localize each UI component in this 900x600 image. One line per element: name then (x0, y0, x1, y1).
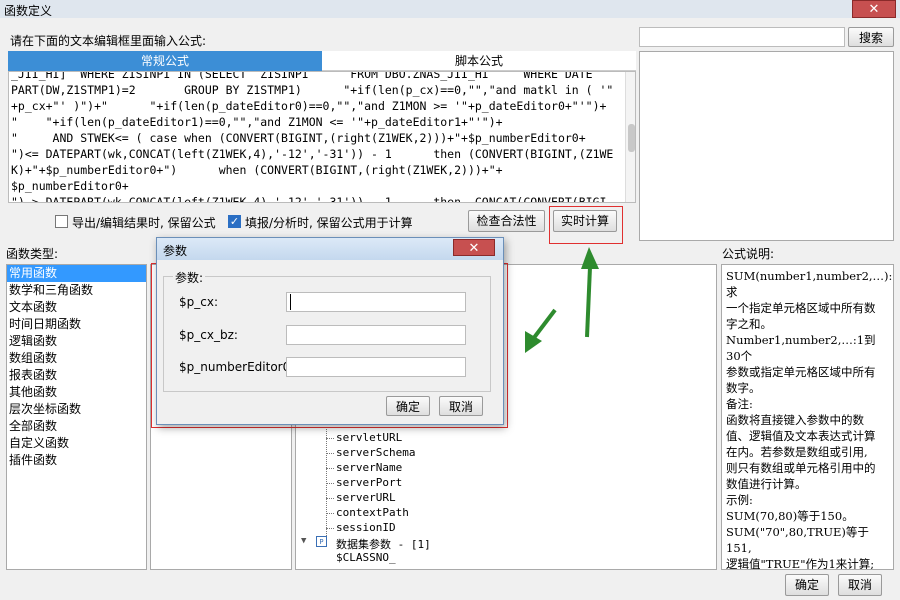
function-type-item[interactable]: 时间日期函数 (7, 316, 146, 333)
arrow-up-icon (581, 247, 599, 338)
check-validity-button[interactable]: 检查合法性 (468, 210, 545, 232)
tree-item[interactable]: serverPort (336, 476, 402, 489)
tree-item[interactable]: sessionID (336, 521, 396, 534)
function-type-item[interactable]: 常用函数 (7, 265, 146, 282)
function-type-item[interactable]: 插件函数 (7, 452, 146, 469)
realtime-highlight-box (549, 206, 623, 244)
code-line: PART(DW,Z1STMP1)=2 GROUP BY Z1STMP1) "+i… (11, 83, 614, 97)
title-bar: 函数定义 ✕ (0, 0, 900, 18)
param-input-p-numbereditor0[interactable] (286, 357, 466, 377)
param-dialog: 参数 ✕ 参数: $p_cx: $p_cx_bz: $p_numberEdito… (156, 237, 504, 425)
function-type-item[interactable]: 报表函数 (7, 367, 146, 384)
description-line: 参数或指定单元格区域中所有 (726, 365, 876, 379)
tree-item[interactable]: contextPath (336, 506, 409, 519)
tree-connector (326, 528, 334, 529)
description-line: 备注: (726, 397, 753, 411)
export-keep-label: 导出/编辑结果时, 保留公式 (72, 216, 216, 230)
param-group-label: 参数: (173, 269, 206, 286)
param-label-p-numbereditor0: $p_numberEditor0: (179, 360, 295, 374)
prompt-label: 请在下面的文本编辑框里面输入公式: (10, 34, 207, 48)
code-line: " "+if(len(p_dateEditor1)==0,"","and Z1M… (11, 115, 503, 129)
function-type-item[interactable]: 逻辑函数 (7, 333, 146, 350)
param-dialog-titlebar: 参数 ✕ (157, 238, 503, 260)
description-line: 数值进行计算。 (726, 477, 807, 491)
description-line: 值、逻辑值及文本表达式计算 (726, 429, 876, 443)
code-line: +p_cx+"' )")+" "+if(len(p_dateEditor0)==… (11, 99, 607, 113)
code-line: $p_numberEditor0+ (11, 179, 129, 193)
tree-connector (326, 427, 327, 540)
function-type-label: 函数类型: (6, 247, 59, 261)
param-cancel-button[interactable]: 取消 (439, 396, 483, 416)
formula-description: SUM(number1,number2,…):求一个指定单元格区域中所有数 字之和… (721, 264, 894, 570)
description-line: 数字。 (726, 381, 761, 395)
tree-item[interactable]: serverURL (336, 491, 396, 504)
tree-item[interactable]: servletURL (336, 431, 402, 444)
code-line: ") > DATEPART(wk,CONCAT(left(Z1WEK,4),'-… (11, 195, 607, 203)
window-title: 函数定义 (4, 4, 53, 18)
param-label-p-cx: $p_cx: (179, 295, 218, 309)
window-close-button[interactable]: ✕ (852, 0, 896, 18)
fill-keep-checkbox[interactable]: ✓ (228, 215, 241, 228)
function-type-item[interactable]: 其他函数 (7, 384, 146, 401)
function-type-list[interactable]: 常用函数 数学和三角函数 文本函数 时间日期函数 逻辑函数 数组函数 报表函数 其他函数 层次坐… (6, 264, 147, 570)
ok-button[interactable]: 确定 (785, 574, 829, 596)
tree-item[interactable]: serverName (336, 461, 402, 474)
function-type-item[interactable]: 文本函数 (7, 299, 146, 316)
description-line: SUM(70,80)等于150。 (726, 509, 854, 523)
description-line: SUM(number1,number2,…):求 (726, 269, 893, 299)
editor-scrollbar[interactable] (625, 72, 635, 202)
description-line: 一个指定单元格区域中所有数 (726, 301, 876, 315)
tree-connector (326, 453, 334, 454)
param-label-p-cx-bz: $p_cx_bz: (179, 328, 238, 342)
description-line: 函数将直接键入参数中的数 (726, 413, 864, 427)
tab-normal-formula[interactable]: 常规公式 (8, 51, 322, 71)
tree-item[interactable]: serverSchema (336, 446, 415, 459)
formula-editor[interactable]: _JII_HI] WHERE ZISINPI IN (SELECT ZISINP… (8, 71, 636, 203)
tree-connector (326, 498, 334, 499)
arrow-down-left-icon (525, 308, 557, 353)
formula-text: _JII_HI] WHERE ZISINPI IN (SELECT ZISINP… (11, 71, 623, 203)
search-button[interactable]: 搜索 (848, 27, 894, 47)
param-ok-button[interactable]: 确定 (386, 396, 430, 416)
function-type-item[interactable]: 自定义函数 (7, 435, 146, 452)
param-dialog-title: 参数 (163, 244, 188, 258)
dataset-param-icon: P (316, 536, 327, 547)
text-cursor (290, 294, 291, 310)
description-line: 示例: (726, 493, 753, 507)
code-line: K)+"+$p_numberEditor0+") when (CONVERT(B… (11, 163, 503, 177)
tree-group-dataset-params[interactable]: 数据集参数 - [1] (336, 536, 431, 552)
param-input-p-cx-bz[interactable] (286, 325, 466, 345)
code-line: _JII_HI] WHERE ZISINPI IN (SELECT ZISINP… (11, 71, 593, 81)
code-line: " AND STWEK<= ( case when (CONVERT(BIGIN… (11, 131, 586, 145)
tab-script-formula[interactable]: 脚本公式 (322, 51, 636, 71)
description-line: 则只有数组或单元格引用中的 (726, 461, 876, 475)
description-line: SUM("70",80,TRUE)等于151, (726, 525, 869, 555)
fill-keep-label: 填报/分析时, 保留公式用于计算 (245, 216, 413, 230)
export-keep-checkbox[interactable] (55, 215, 68, 228)
search-results-panel (639, 51, 894, 241)
search-input[interactable] (639, 27, 845, 47)
description-label: 公式说明: (722, 247, 775, 261)
function-type-item[interactable]: 数组函数 (7, 350, 146, 367)
code-line: ")<= DATEPART(wk,CONCAT(left(Z1WEK,4),'-… (11, 147, 614, 161)
param-dialog-close-button[interactable]: ✕ (453, 239, 495, 256)
description-line: 在内。若参数是数组或引用, (726, 445, 868, 459)
annotation-arrows (525, 247, 599, 353)
function-type-item[interactable]: 全部函数 (7, 418, 146, 435)
collapse-toggle-icon[interactable]: ▼ (301, 536, 306, 546)
function-type-item[interactable]: 数学和三角函数 (7, 282, 146, 299)
editor-scrollbar-thumb[interactable] (628, 124, 635, 152)
function-type-item[interactable]: 层次坐标函数 (7, 401, 146, 418)
tree-connector (326, 438, 334, 439)
description-line: Number1,number2,…:1到30个 (726, 333, 876, 363)
description-line: 字之和。 (726, 317, 772, 331)
tree-connector (326, 483, 334, 484)
tree-connector (326, 513, 334, 514)
description-line: 逻辑值"TRUE"作为1来计算; (726, 557, 875, 570)
tree-item[interactable]: $CLASSNO_ (336, 551, 396, 564)
cancel-button[interactable]: 取消 (838, 574, 882, 596)
param-input-p-cx[interactable] (286, 292, 466, 312)
tree-connector (326, 468, 334, 469)
